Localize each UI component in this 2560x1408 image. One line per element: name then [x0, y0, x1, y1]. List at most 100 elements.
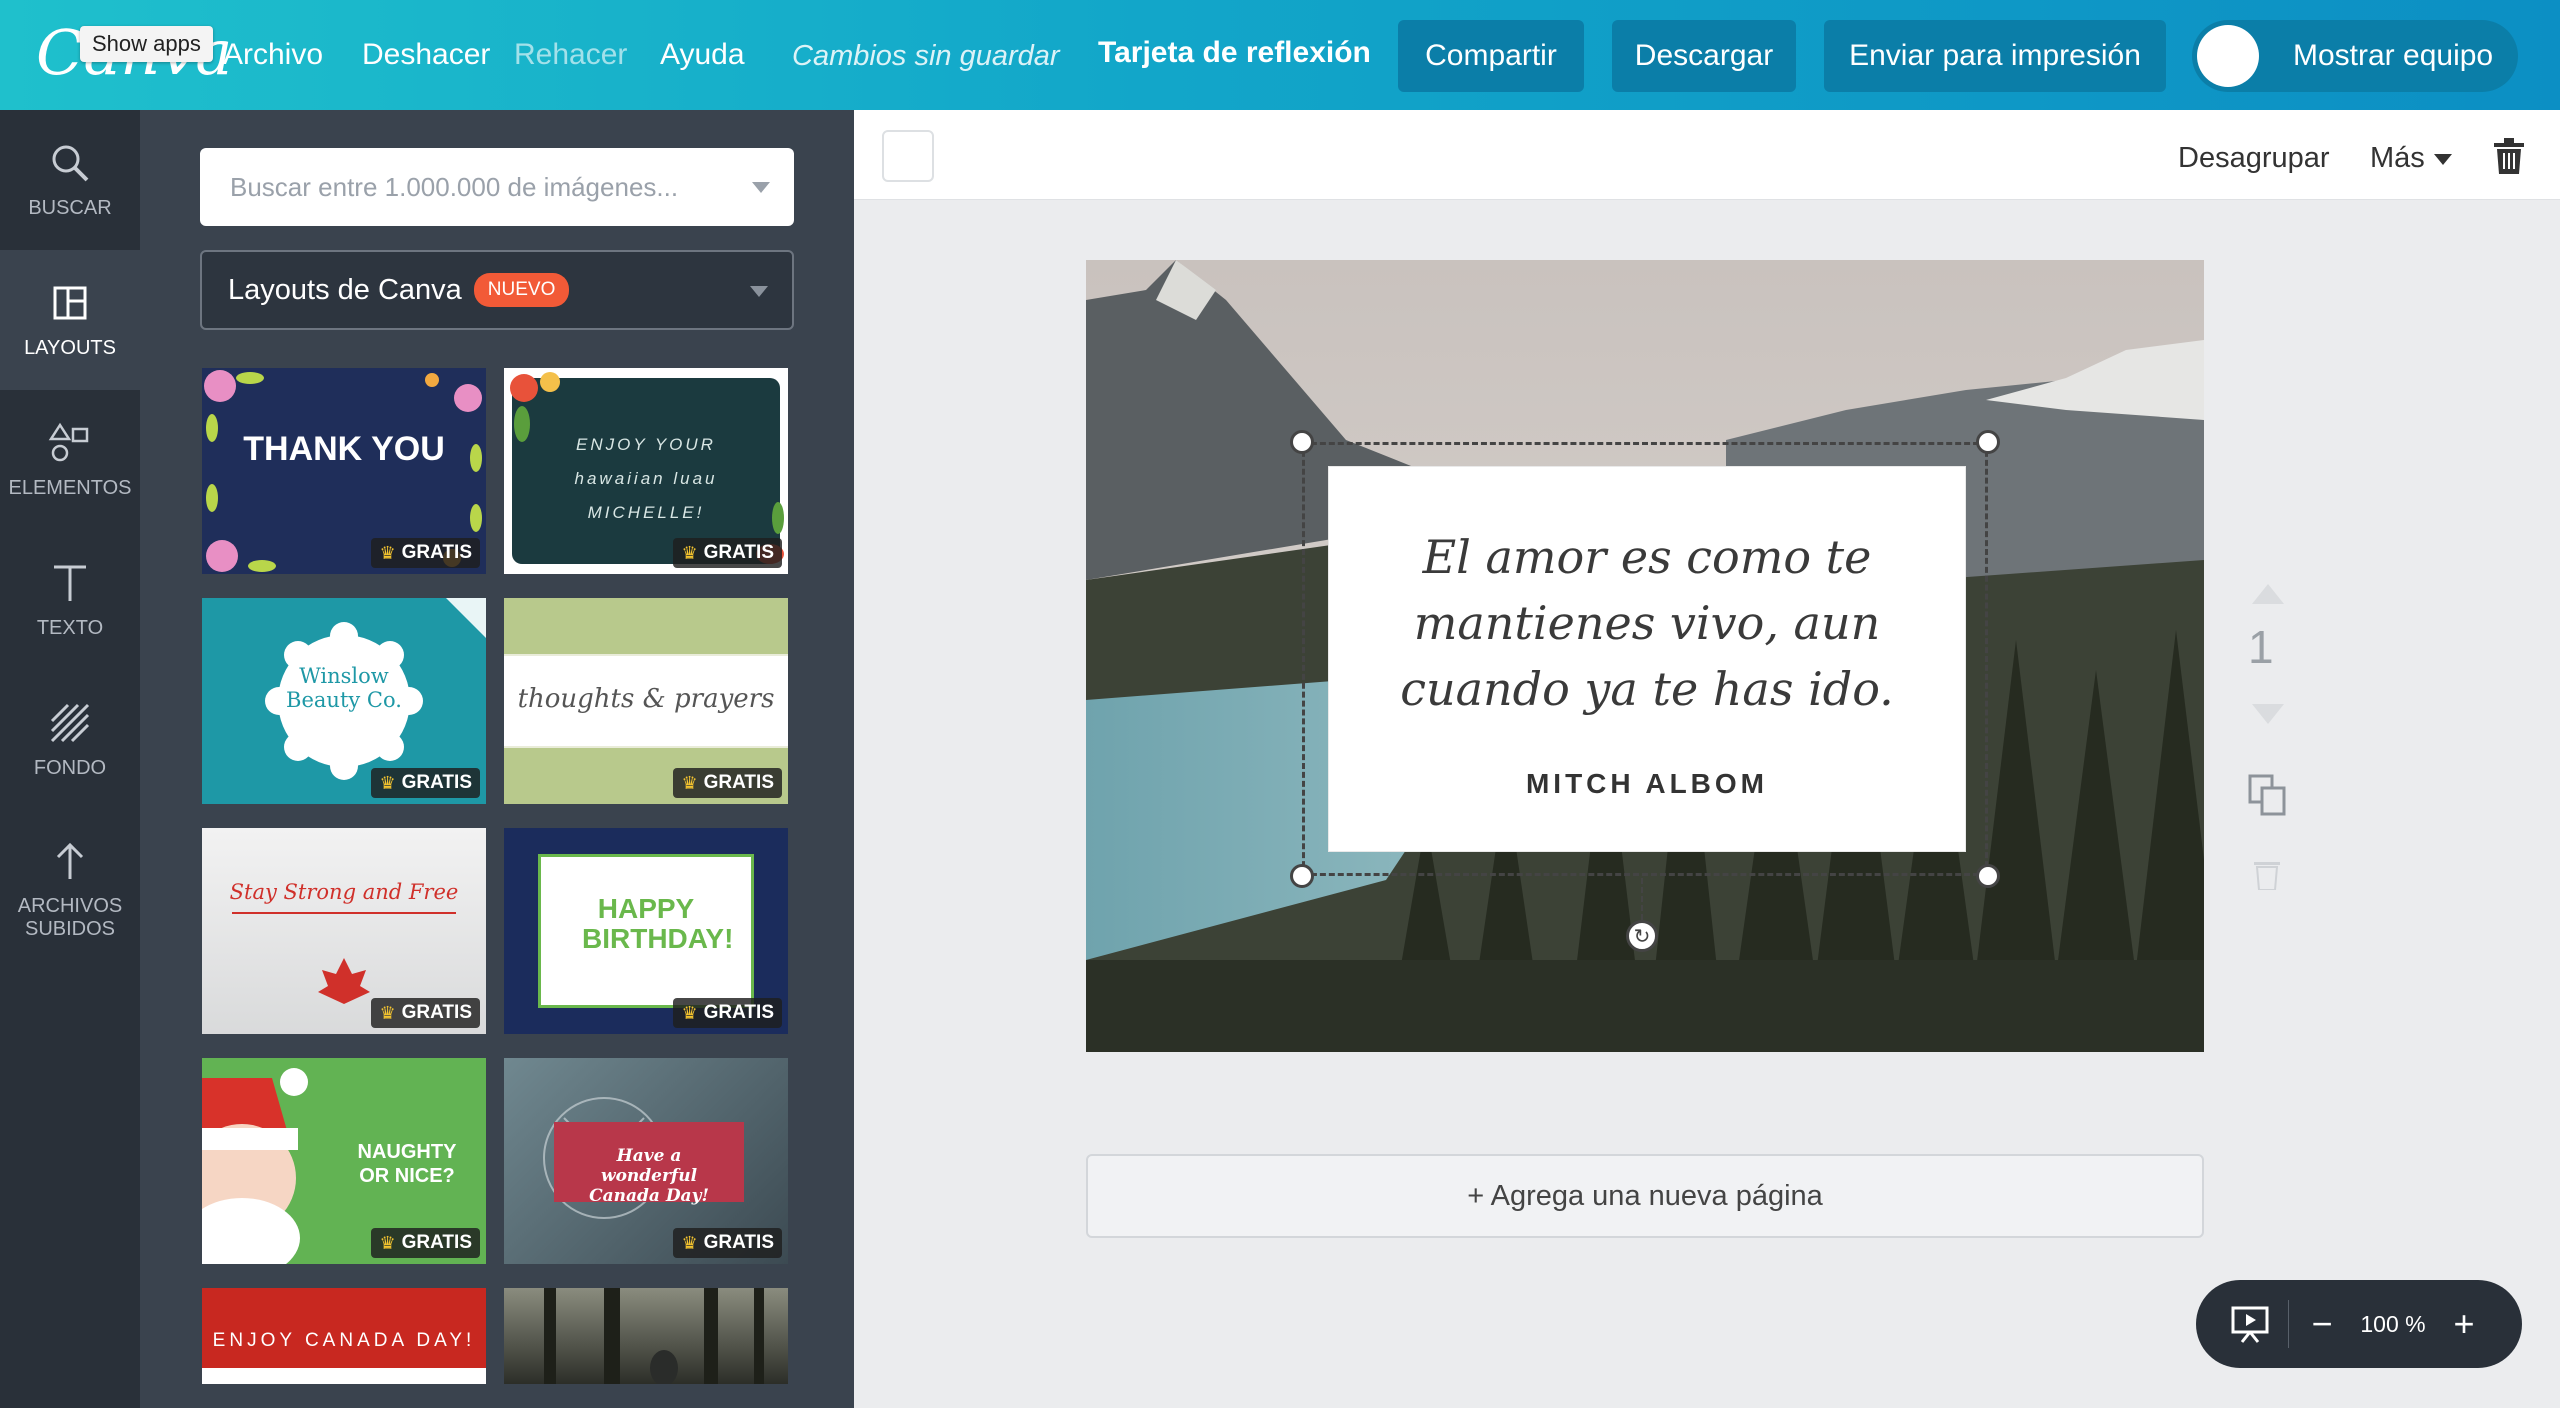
zoom-level: 100 %	[2360, 1310, 2426, 1337]
free-label: GRATIS	[401, 1002, 472, 1023]
color-swatch[interactable]	[882, 130, 934, 182]
template-title: NAUGHTY OR NICE?	[357, 1141, 457, 1187]
divider	[2288, 1300, 2289, 1348]
free-label: GRATIS	[703, 542, 774, 563]
share-button[interactable]: Compartir	[1398, 20, 1584, 92]
add-page-button[interactable]: + Agrega una nueva página	[1086, 1154, 2204, 1238]
template-title: ENJOY YOUR hawaiian luau MICHELLE!	[574, 435, 718, 522]
template-enjoy-canada-day[interactable]: ENJOY CANADA DAY!	[202, 1288, 486, 1384]
forest-trees	[544, 1288, 764, 1384]
crown-icon: ♛	[379, 1002, 396, 1023]
menu-ayuda[interactable]: Ayuda	[660, 38, 745, 72]
chevron-down-icon[interactable]	[752, 182, 770, 193]
left-rail: BUSCAR LAYOUTS ELEMENTOS TEXTO FONDO ARC…	[0, 110, 140, 1408]
crown-icon: ♛	[379, 772, 396, 793]
new-badge: NUEVO	[473, 273, 570, 307]
menu-archivo[interactable]: Archivo	[223, 38, 323, 72]
resize-handle-bottom-right[interactable]	[1976, 864, 2000, 888]
rail-item-texto[interactable]: TEXTO	[0, 530, 140, 670]
quote-text[interactable]: El amor es como te mantienes vivo, aun c…	[1328, 524, 1966, 722]
zoom-in-button[interactable]: +	[2449, 1303, 2479, 1345]
rail-item-elementos[interactable]: ELEMENTOS	[0, 390, 140, 530]
image-search-input[interactable]: Buscar entre 1.000.000 de imágenes...	[200, 148, 794, 226]
resize-handle-bottom-left[interactable]	[1290, 864, 1314, 888]
free-label: GRATIS	[401, 772, 472, 793]
quote-line: El amor es como te	[1422, 530, 1872, 584]
chevron-down-icon[interactable]	[2434, 154, 2452, 165]
template-title: thoughts & prayers	[517, 684, 775, 714]
show-team-button[interactable]: Mostrar equipo	[2192, 20, 2518, 92]
template-stay-strong[interactable]: Stay Strong and Free ♛ GRATIS	[202, 828, 486, 1034]
free-label: GRATIS	[703, 772, 774, 793]
crown-icon: ♛	[379, 1232, 396, 1253]
show-apps-tooltip: Show apps	[80, 26, 213, 62]
trash-icon[interactable]	[2494, 138, 2524, 174]
template-title: ENJOY CANADA DAY!	[212, 1330, 476, 1351]
unsaved-status: Cambios sin guardar	[792, 40, 1060, 72]
template-thoughts-prayers[interactable]: thoughts & prayers ♛ GRATIS	[504, 598, 788, 804]
download-button[interactable]: Descargar	[1612, 20, 1796, 92]
resize-handle-top-right[interactable]	[1976, 430, 2000, 454]
chevron-down-icon[interactable]	[2252, 704, 2284, 724]
quote-author[interactable]: MITCH ALBOM	[1328, 768, 1966, 800]
free-badge: ♛ GRATIS	[673, 538, 782, 568]
print-button[interactable]: Enviar para impresión	[1824, 20, 2166, 92]
free-badge: ♛ GRATIS	[673, 768, 782, 798]
rail-item-fondo[interactable]: FONDO	[0, 670, 140, 810]
background-icon	[50, 703, 90, 742]
present-icon[interactable]	[2230, 1304, 2270, 1344]
rail-item-buscar[interactable]: BUSCAR	[0, 110, 140, 250]
free-label: GRATIS	[703, 1232, 774, 1253]
zoom-controls: − 100 % +	[2196, 1280, 2522, 1368]
menu-deshacer[interactable]: Deshacer	[362, 38, 490, 72]
chevron-down-icon	[750, 286, 768, 297]
delete-page-icon[interactable]	[2254, 858, 2280, 890]
rail-label: FONDO	[33, 756, 107, 779]
template-hawaiian-luau[interactable]: ENJOY YOUR hawaiian luau MICHELLE! ♛ GRAT…	[504, 368, 788, 574]
rail-item-layouts[interactable]: LAYOUTS	[0, 250, 140, 390]
free-badge: ♛ GRATIS	[371, 768, 480, 798]
shapes-icon	[48, 422, 89, 461]
rail-label: ARCHIVOS SUBIDOS	[17, 895, 123, 940]
crown-icon: ♛	[681, 1002, 698, 1023]
chevron-up-icon[interactable]	[2252, 584, 2284, 604]
zoom-out-button[interactable]: −	[2307, 1303, 2337, 1345]
rail-item-archivos-subidos[interactable]: ARCHIVOS SUBIDOS	[0, 810, 140, 970]
resize-handle-top-left[interactable]	[1290, 430, 1314, 454]
upload-icon	[56, 842, 84, 879]
template-title: Winslow Beauty Co.	[286, 664, 402, 712]
free-label: GRATIS	[703, 1002, 774, 1023]
free-label: GRATIS	[401, 1232, 472, 1253]
free-badge: ♛ GRATIS	[673, 1228, 782, 1258]
search-placeholder: Buscar entre 1.000.000 de imágenes...	[230, 171, 679, 202]
free-label: GRATIS	[401, 542, 472, 563]
duplicate-page-icon[interactable]	[2248, 774, 2288, 816]
ungroup-button[interactable]: Desagrupar	[2178, 142, 2330, 175]
crown-icon: ♛	[681, 542, 698, 563]
show-team-label: Mostrar equipo	[2293, 39, 2494, 72]
text-icon	[54, 565, 86, 601]
template-title: HAPPY BIRTHDAY!	[582, 893, 734, 954]
template-thank-you[interactable]: THANK YOU ♛ GRATIS	[202, 368, 486, 574]
document-title[interactable]: Tarjeta de reflexión	[1098, 36, 1371, 70]
free-badge: ♛ GRATIS	[371, 538, 480, 568]
page-number: 1	[2248, 621, 2274, 673]
template-happy-birthday[interactable]: HAPPY BIRTHDAY! ♛ GRATIS	[504, 828, 788, 1034]
rotate-icon[interactable]: ↻	[1626, 920, 1658, 952]
crown-icon: ♛	[379, 542, 396, 563]
layouts-dropdown[interactable]: Layouts de Canva NUEVO	[200, 250, 794, 330]
template-forest-photo[interactable]	[504, 1288, 788, 1384]
more-button[interactable]: Más	[2370, 142, 2425, 175]
template-wonderful-canada-day[interactable]: Have a wonderful Canada Day! ♛ GRATIS	[504, 1058, 788, 1264]
template-naughty-or-nice[interactable]: NAUGHTY OR NICE? ♛ GRATIS	[202, 1058, 486, 1264]
template-winslow-beauty[interactable]: Winslow Beauty Co. ♛ GRATIS	[202, 598, 486, 804]
top-bar: Canva Show apps Archivo Deshacer Rehacer…	[0, 0, 2560, 110]
free-badge: ♛ GRATIS	[673, 998, 782, 1028]
search-icon	[52, 145, 89, 181]
free-badge: ♛ GRATIS	[371, 998, 480, 1028]
free-badge: ♛ GRATIS	[371, 1228, 480, 1258]
menu-rehacer[interactable]: Rehacer	[514, 38, 627, 72]
avatar	[2197, 25, 2259, 87]
rail-label: BUSCAR	[28, 196, 112, 219]
layouts-dropdown-label: Layouts de Canva	[228, 273, 462, 306]
